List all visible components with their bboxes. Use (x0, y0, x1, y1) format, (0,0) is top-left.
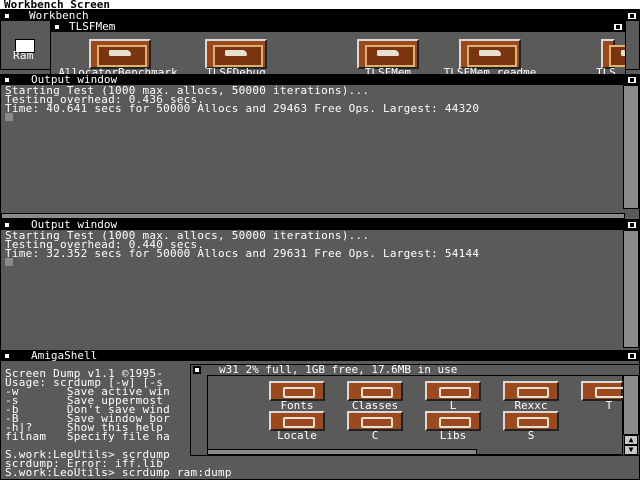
shell-prompt-line[interactable]: S.work:LeoUtils> scrdump ram:dump (5, 467, 232, 478)
drawer-label[interactable]: Libs (417, 430, 489, 441)
depth-gadget-icon[interactable] (627, 12, 637, 20)
drawer-label[interactable]: T (599, 400, 619, 411)
drawer-label[interactable]: L (417, 400, 489, 411)
tls-tool-icon[interactable] (601, 39, 625, 69)
rexxc-drawer-icon[interactable] (503, 381, 559, 401)
tlsfdebug-tool-icon[interactable] (205, 39, 267, 69)
drawer-label[interactable]: Fonts (261, 400, 333, 411)
scroll-up-icon[interactable]: ▲ (624, 435, 638, 445)
w31-title: w31 2% full, 1GB free, 17.6MB in use (219, 365, 458, 375)
output-window-2[interactable]: Output window Starting Test (1000 max. a… (0, 219, 640, 351)
w31-horizontal-scrollbar[interactable] (207, 449, 477, 455)
c-drawer-icon[interactable] (347, 411, 403, 431)
shell-line: filnam Specify file na (5, 430, 170, 443)
w31-window[interactable]: w31 2% full, 1GB free, 17.6MB in use Fon… (190, 364, 640, 456)
screen-title-bar: Workbench Screen (0, 0, 640, 10)
tlsfmem-window[interactable]: TLSFMem AllocatorBenchmark TLSFDebug TLS… (50, 21, 626, 77)
close-gadget-icon[interactable] (3, 12, 11, 20)
close-gadget-icon[interactable] (3, 352, 11, 360)
libs-drawer-icon[interactable] (425, 411, 481, 431)
t-drawer-icon[interactable] (581, 381, 627, 401)
depth-gadget-icon[interactable] (627, 221, 637, 229)
text-cursor (5, 258, 13, 266)
vertical-scrollbar[interactable] (623, 85, 639, 209)
s-drawer-icon[interactable] (503, 411, 559, 431)
tlsfmem-title: TLSFMem (69, 22, 116, 32)
amigashell-title: AmigaShell (31, 351, 98, 361)
scroll-down-icon[interactable]: ▼ (624, 445, 638, 455)
drawer-label[interactable]: Classes (339, 400, 411, 411)
depth-gadget-icon[interactable] (613, 23, 623, 31)
depth-gadget-icon[interactable] (627, 76, 637, 84)
screen-title: Workbench Screen (4, 0, 110, 11)
tlsfmem-title-bar[interactable]: TLSFMem (51, 22, 625, 32)
w31-vertical-scrollbar[interactable] (623, 375, 639, 435)
classes-drawer-icon[interactable] (347, 381, 403, 401)
fonts-drawer-icon[interactable] (269, 381, 325, 401)
close-gadget-icon[interactable] (193, 366, 201, 374)
ram-disk-label[interactable]: Ram (13, 50, 34, 61)
output-window-1[interactable]: Output window Starting Test (1000 max. a… (0, 74, 640, 220)
l-drawer-icon[interactable] (425, 381, 481, 401)
close-gadget-icon[interactable] (3, 221, 11, 229)
vertical-scrollbar[interactable] (623, 230, 639, 348)
amigashell-title-bar[interactable]: AmigaShell (1, 351, 639, 361)
output-line: Time: 32.352 secs for 50000 Allocs and 2… (5, 247, 480, 260)
close-gadget-icon[interactable] (53, 23, 61, 31)
w31-title-bar[interactable]: w31 2% full, 1GB free, 17.6MB in use (191, 365, 639, 375)
tlsfmem-tool-icon[interactable] (357, 39, 419, 69)
workbench-title-bar[interactable]: Workbench (1, 11, 639, 21)
locale-drawer-icon[interactable] (269, 411, 325, 431)
text-cursor (5, 113, 13, 121)
close-gadget-icon[interactable] (3, 76, 11, 84)
drawer-label[interactable]: Rexxc (495, 400, 567, 411)
output-line: Time: 40.641 secs for 50000 Allocs and 2… (5, 102, 480, 115)
tlsfmem-readme-icon[interactable] (459, 39, 521, 69)
drawer-label[interactable]: C (339, 430, 411, 441)
depth-gadget-icon[interactable] (627, 352, 637, 360)
workbench-title: Workbench (29, 11, 89, 21)
drawer-label[interactable]: S (495, 430, 567, 441)
allocatorbenchmark-tool-icon[interactable] (89, 39, 151, 69)
drawer-label[interactable]: Locale (261, 430, 333, 441)
